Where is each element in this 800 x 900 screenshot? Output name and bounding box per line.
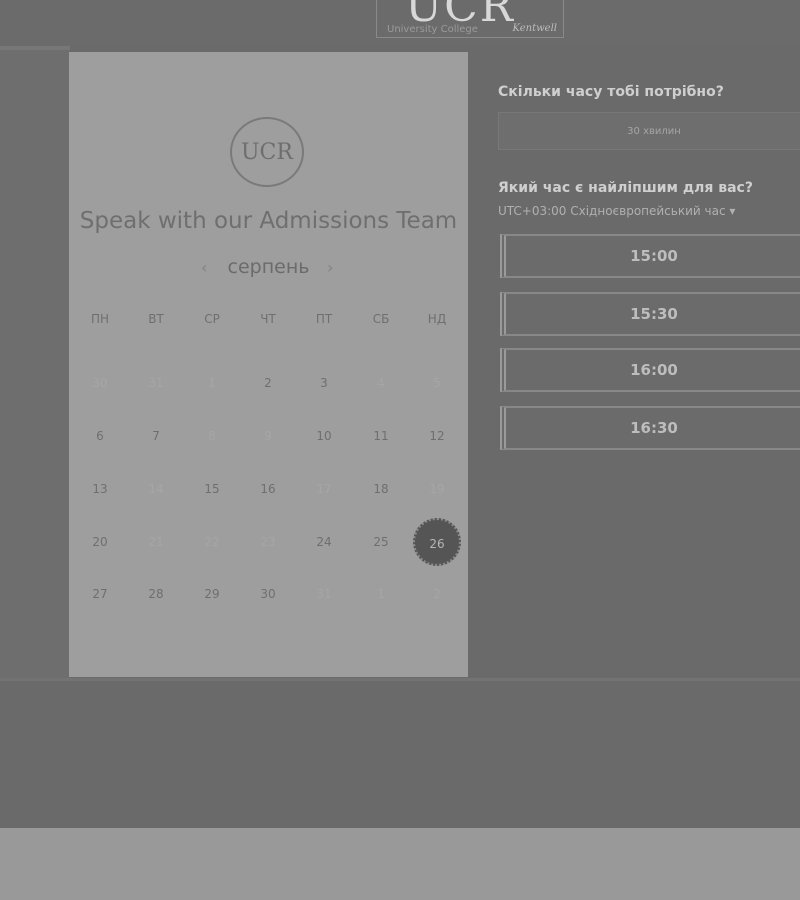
- weekday-label: СБ: [372, 312, 390, 326]
- left-strip: [0, 46, 70, 680]
- calendar-day[interactable]: 6: [80, 416, 120, 456]
- calendar-day[interactable]: 13: [80, 469, 120, 509]
- month-nav: ‹ серпень ›: [69, 256, 468, 282]
- time-question: Який час є найліпшим для вас?: [498, 180, 753, 196]
- calendar-day: 31: [316, 587, 332, 601]
- calendar-day[interactable]: 29: [192, 574, 232, 614]
- calendar-day[interactable]: 20: [80, 522, 120, 562]
- calendar-day: 4: [377, 376, 385, 390]
- calendar-day: 1: [377, 587, 385, 601]
- scheduler-card: UCR Speak with our Admissions Team ‹ сер…: [69, 52, 468, 677]
- weekday-label: НД: [427, 312, 447, 326]
- time-slot-button[interactable]: 16:30: [500, 406, 800, 450]
- calendar-day: 1: [208, 376, 216, 390]
- calendar-day: 19: [429, 482, 445, 496]
- duration-question: Скільки часу тобі потрібно?: [498, 84, 724, 100]
- calendar-day: 21: [148, 535, 164, 549]
- calendar-day[interactable]: 27: [80, 574, 120, 614]
- calendar-day[interactable]: 24: [304, 522, 344, 562]
- calendar-day: 30: [92, 376, 108, 390]
- calendar-day[interactable]: 7: [136, 416, 176, 456]
- calendar-day[interactable]: 15: [192, 469, 232, 509]
- calendar-day: 8: [208, 429, 216, 443]
- card-title: Speak with our Admissions Team: [79, 208, 458, 234]
- weekday-label: СР: [204, 312, 220, 326]
- weekday-label: ВТ: [148, 312, 164, 326]
- calendar-day: 5: [433, 376, 441, 390]
- calendar-day[interactable]: 16: [248, 469, 288, 509]
- footer-dark: [0, 678, 800, 831]
- calendar-day: 14: [148, 482, 164, 496]
- calendar-day: 9: [264, 429, 272, 443]
- time-slot-button[interactable]: 15:30: [500, 292, 800, 336]
- footer-light: [0, 828, 800, 900]
- calendar-day[interactable]: 10: [304, 416, 344, 456]
- calendar-day: 22: [204, 535, 220, 549]
- calendar-day[interactable]: 11: [361, 416, 401, 456]
- calendar-day[interactable]: 30: [248, 574, 288, 614]
- calendar-day[interactable]: 28: [136, 574, 176, 614]
- weekday-header: ПН ВТ СР ЧТ ПТ СБ НД: [69, 312, 468, 332]
- calendar-day[interactable]: 25: [361, 522, 401, 562]
- time-slot-button[interactable]: 15:00: [500, 234, 800, 278]
- calendar-day[interactable]: 3: [304, 363, 344, 403]
- top-bar: UCR University College Kentwell: [0, 0, 800, 46]
- calendar-day: 17: [316, 482, 332, 496]
- duration-select[interactable]: 30 хвилин: [498, 112, 800, 150]
- time-slot-button[interactable]: 16:00: [500, 348, 800, 392]
- weekday-label: ЧТ: [260, 312, 276, 326]
- logo-script: Kentwell: [512, 23, 557, 34]
- calendar-day-selected[interactable]: 26: [413, 518, 461, 566]
- calendar-day[interactable]: 18: [361, 469, 401, 509]
- chevron-right-icon[interactable]: ›: [327, 258, 333, 277]
- weekday-label: ПТ: [315, 312, 333, 326]
- card-logo: UCR: [230, 117, 304, 187]
- calendar-day: 31: [148, 376, 164, 390]
- weekday-label: ПН: [90, 312, 110, 326]
- calendar-day: 23: [260, 535, 276, 549]
- month-label: серпень: [227, 256, 310, 278]
- calendar-day: 2: [433, 587, 441, 601]
- logo-subtitle: University College: [387, 24, 478, 35]
- calendar-day[interactable]: 12: [417, 416, 457, 456]
- timezone-select[interactable]: UTC+03:00 Східноєвропейський час ▾: [498, 204, 735, 218]
- ucr-logo[interactable]: UCR University College Kentwell: [376, 0, 564, 38]
- calendar-day[interactable]: 2: [248, 363, 288, 403]
